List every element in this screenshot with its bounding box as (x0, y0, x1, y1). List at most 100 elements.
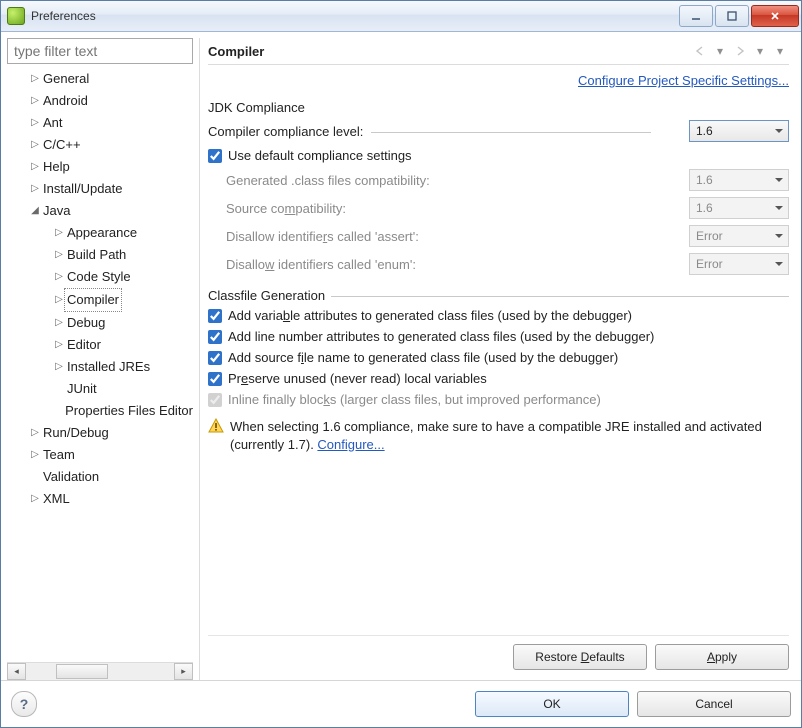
bottom-bar: ? OK Cancel (1, 680, 801, 727)
configure-jre-link[interactable]: Configure... (317, 437, 384, 452)
tree-item-editor[interactable]: ▷Editor (7, 334, 193, 356)
compliance-level-label: Compiler compliance level: (208, 124, 689, 139)
tree-item-java[interactable]: ◢Java (7, 200, 193, 222)
use-default-checkbox[interactable]: Use default compliance settings (208, 145, 789, 166)
filter-input[interactable] (7, 38, 193, 64)
expand-icon[interactable]: ▷ (53, 222, 65, 244)
expand-icon[interactable]: ▷ (53, 312, 65, 334)
apply-button[interactable]: Apply (655, 644, 789, 670)
nav-back-button[interactable] (691, 43, 709, 59)
preserve-checkbox[interactable]: Preserve unused (never read) local varia… (208, 368, 789, 389)
src-file-checkbox[interactable]: Add source file name to generated class … (208, 347, 789, 368)
left-panel: ▷General▷Android▷Ant▷C/C++▷Help▷Install/… (7, 38, 193, 680)
tree-item-compiler[interactable]: ▷Compiler (7, 288, 193, 312)
expand-icon[interactable]: ▷ (29, 178, 41, 200)
expand-icon[interactable]: ▷ (29, 488, 41, 510)
line-num-checkbox[interactable]: Add line number attributes to generated … (208, 326, 789, 347)
tree-item-general[interactable]: ▷General (7, 68, 193, 90)
preferences-tree[interactable]: ▷General▷Android▷Ant▷C/C++▷Help▷Install/… (7, 68, 193, 662)
expand-icon[interactable]: ▷ (29, 444, 41, 466)
compliance-level-select[interactable]: 1.6 (689, 120, 789, 142)
tree-item-label: Team (43, 444, 75, 466)
disallow-assert-select: Error (689, 225, 789, 247)
preferences-window: Preferences ▷General▷Android▷Ant▷C/C++▷H… (0, 0, 802, 728)
minimize-button[interactable] (679, 5, 713, 27)
classfile-group-title: Classfile Generation (208, 288, 789, 303)
tree-item-code-style[interactable]: ▷Code Style (7, 266, 193, 288)
tree-item-label: Install/Update (43, 178, 123, 200)
tree-item-label: Java (43, 200, 70, 222)
tree-item-label: Ant (43, 112, 63, 134)
tree-item-properties-files-editor[interactable]: ▷Properties Files Editor (7, 400, 193, 422)
nav-back-menu[interactable]: ▾ (711, 43, 729, 59)
tree-item-help[interactable]: ▷Help (7, 156, 193, 178)
tree-item-label: General (43, 68, 89, 90)
tree-item-label: Build Path (67, 244, 126, 266)
compliance-warning: When selecting 1.6 compliance, make sure… (208, 410, 789, 457)
source-compat-label: Source compatibility: (226, 201, 689, 216)
window-title: Preferences (31, 9, 679, 23)
generated-classfiles-label: Generated .class files compatibility: (226, 173, 689, 188)
tree-item-ant[interactable]: ▷Ant (7, 112, 193, 134)
tree-item-android[interactable]: ▷Android (7, 90, 193, 112)
titlebar: Preferences (1, 1, 801, 32)
nav-forward-menu[interactable]: ▾ (751, 43, 769, 59)
expand-icon[interactable]: ▷ (29, 112, 41, 134)
configure-project-link[interactable]: Configure Project Specific Settings... (578, 73, 789, 88)
tree-item-label: Validation (43, 466, 99, 488)
disallow-enum-select: Error (689, 253, 789, 275)
disallow-assert-label: Disallow identifiers called 'assert': (226, 229, 689, 244)
tree-item-label: C/C++ (43, 134, 81, 156)
disallow-enum-label: Disallow identifiers called 'enum': (226, 257, 689, 272)
tree-horizontal-scrollbar[interactable]: ◂ ▸ (7, 662, 193, 680)
tree-item-label: Installed JREs (67, 356, 150, 378)
expand-icon[interactable]: ▷ (53, 334, 65, 356)
jdk-group-title: JDK Compliance (208, 100, 789, 115)
maximize-button[interactable] (715, 5, 749, 27)
expand-icon[interactable]: ▷ (29, 156, 41, 178)
tree-item-label: Editor (67, 334, 101, 356)
restore-defaults-button[interactable]: Restore Defaults (513, 644, 647, 670)
view-menu[interactable]: ▾ (771, 43, 789, 59)
expand-icon[interactable]: ▷ (29, 422, 41, 444)
expand-icon[interactable]: ▷ (29, 134, 41, 156)
expand-icon[interactable]: ◢ (29, 200, 41, 222)
inline-finally-checkbox: Inline finally blocks (larger class file… (208, 389, 789, 410)
tree-item-label: Debug (67, 312, 105, 334)
nav-forward-button[interactable] (731, 43, 749, 59)
app-icon (7, 7, 25, 25)
tree-item-run-debug[interactable]: ▷Run/Debug (7, 422, 193, 444)
tree-item-install-update[interactable]: ▷Install/Update (7, 178, 193, 200)
expand-icon[interactable]: ▷ (53, 356, 65, 378)
tree-item-label: JUnit (67, 378, 97, 400)
tree-item-junit[interactable]: ▷JUnit (7, 378, 193, 400)
tree-item-label: Compiler (64, 288, 122, 312)
tree-item-label: Help (43, 156, 70, 178)
var-attr-checkbox[interactable]: Add variable attributes to generated cla… (208, 305, 789, 326)
help-button[interactable]: ? (11, 691, 37, 717)
tree-item-label: Appearance (67, 222, 137, 244)
tree-item-c-c-[interactable]: ▷C/C++ (7, 134, 193, 156)
right-panel: Compiler ▾ ▾ ▾ Configure Project Specifi… (199, 38, 795, 680)
tree-item-team[interactable]: ▷Team (7, 444, 193, 466)
expand-icon[interactable]: ▷ (29, 90, 41, 112)
tree-item-appearance[interactable]: ▷Appearance (7, 222, 193, 244)
tree-item-label: Android (43, 90, 88, 112)
cancel-button[interactable]: Cancel (637, 691, 791, 717)
tree-item-installed-jres[interactable]: ▷Installed JREs (7, 356, 193, 378)
page-title: Compiler (208, 44, 689, 59)
expand-icon[interactable]: ▷ (53, 266, 65, 288)
page-header: Compiler ▾ ▾ ▾ (208, 38, 789, 65)
tree-item-debug[interactable]: ▷Debug (7, 312, 193, 334)
close-button[interactable] (751, 5, 799, 27)
tree-item-label: Properties Files Editor (65, 400, 193, 422)
ok-button[interactable]: OK (475, 691, 629, 717)
tree-item-validation[interactable]: ▷Validation (7, 466, 193, 488)
tree-item-xml[interactable]: ▷XML (7, 488, 193, 510)
expand-icon[interactable]: ▷ (29, 68, 41, 90)
source-compat-select: 1.6 (689, 197, 789, 219)
expand-icon[interactable]: ▷ (53, 244, 65, 266)
generated-classfiles-select: 1.6 (689, 169, 789, 191)
tree-item-label: Run/Debug (43, 422, 109, 444)
tree-item-build-path[interactable]: ▷Build Path (7, 244, 193, 266)
